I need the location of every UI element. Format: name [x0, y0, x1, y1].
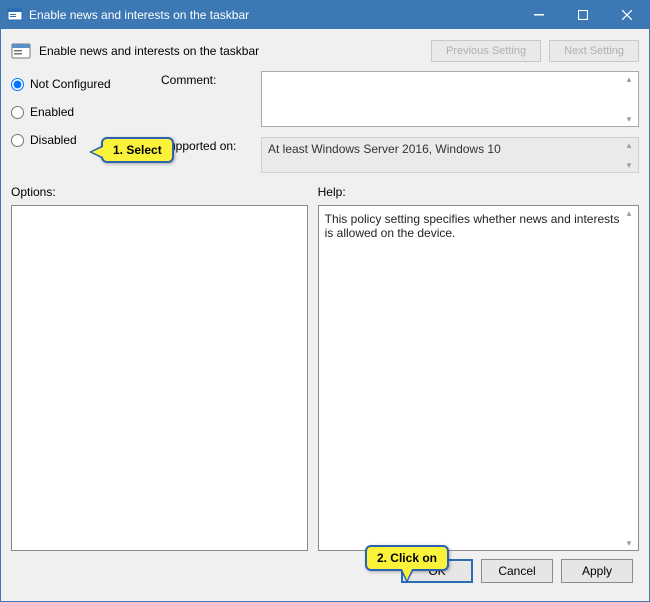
supported-label: Supported on: [161, 137, 253, 173]
radio-not-configured-input[interactable] [11, 78, 24, 91]
options-panel: Options: [11, 185, 308, 551]
maximize-button[interactable] [561, 1, 605, 29]
radio-disabled-input[interactable] [11, 134, 24, 147]
help-text: This policy setting specifies whether ne… [325, 212, 620, 240]
help-box: This policy setting specifies whether ne… [318, 205, 639, 551]
callout-text: 2. Click on [377, 551, 437, 565]
title-bar: Enable news and interests on the taskbar [1, 1, 649, 29]
group-policy-icon [11, 41, 31, 61]
cancel-button[interactable]: Cancel [481, 559, 553, 583]
dialog-body: Enable news and interests on the taskbar… [1, 29, 649, 601]
chevron-down-icon: ▾ [622, 160, 636, 170]
supported-row: Supported on: At least Windows Server 20… [161, 137, 639, 173]
comment-label: Comment: [161, 71, 253, 127]
previous-setting-button[interactable]: Previous Setting [431, 40, 541, 62]
options-label: Options: [11, 185, 308, 199]
fields-column: Comment: ▴▾ Supported on: At least Windo… [161, 71, 639, 173]
scrollbar-stub: ▴▾ [622, 208, 636, 548]
help-label: Help: [318, 185, 639, 199]
lower-panels: Options: Help: This policy setting speci… [11, 185, 639, 551]
dialog-window: Enable news and interests on the taskbar… [0, 0, 650, 602]
scrollbar-stub: ▴▾ [622, 74, 636, 124]
scrollbar-stub: ▴▾ [622, 140, 636, 170]
callout-select: 1. Select [101, 137, 174, 163]
comment-textarea[interactable]: ▴▾ [261, 71, 639, 127]
policy-title: Enable news and interests on the taskbar [39, 44, 423, 58]
close-button[interactable] [605, 1, 649, 29]
radio-label: Disabled [30, 133, 77, 147]
chevron-up-icon: ▴ [622, 140, 636, 150]
radio-enabled[interactable]: Enabled [11, 105, 151, 119]
callout-text: 1. Select [113, 143, 162, 157]
radio-not-configured[interactable]: Not Configured [11, 77, 151, 91]
window-title: Enable news and interests on the taskbar [29, 8, 517, 22]
callout-click-on: 2. Click on [365, 545, 449, 571]
chevron-down-icon: ▾ [622, 114, 636, 124]
dialog-footer: OK Cancel Apply [11, 551, 639, 591]
comment-row: Comment: ▴▾ [161, 71, 639, 127]
header-row: Enable news and interests on the taskbar… [11, 37, 639, 65]
minimize-button[interactable] [517, 1, 561, 29]
apply-button[interactable]: Apply [561, 559, 633, 583]
chevron-down-icon: ▾ [622, 538, 636, 548]
next-setting-button[interactable]: Next Setting [549, 40, 639, 62]
chevron-up-icon: ▴ [622, 74, 636, 84]
chevron-up-icon: ▴ [622, 208, 636, 218]
radio-label: Not Configured [30, 77, 111, 91]
policy-icon [7, 7, 23, 23]
radio-enabled-input[interactable] [11, 106, 24, 119]
supported-on-display: At least Windows Server 2016, Windows 10… [261, 137, 639, 173]
options-box [11, 205, 308, 551]
radio-label: Enabled [30, 105, 74, 119]
supported-value: At least Windows Server 2016, Windows 10 [268, 142, 501, 156]
help-panel: Help: This policy setting specifies whet… [318, 185, 639, 551]
